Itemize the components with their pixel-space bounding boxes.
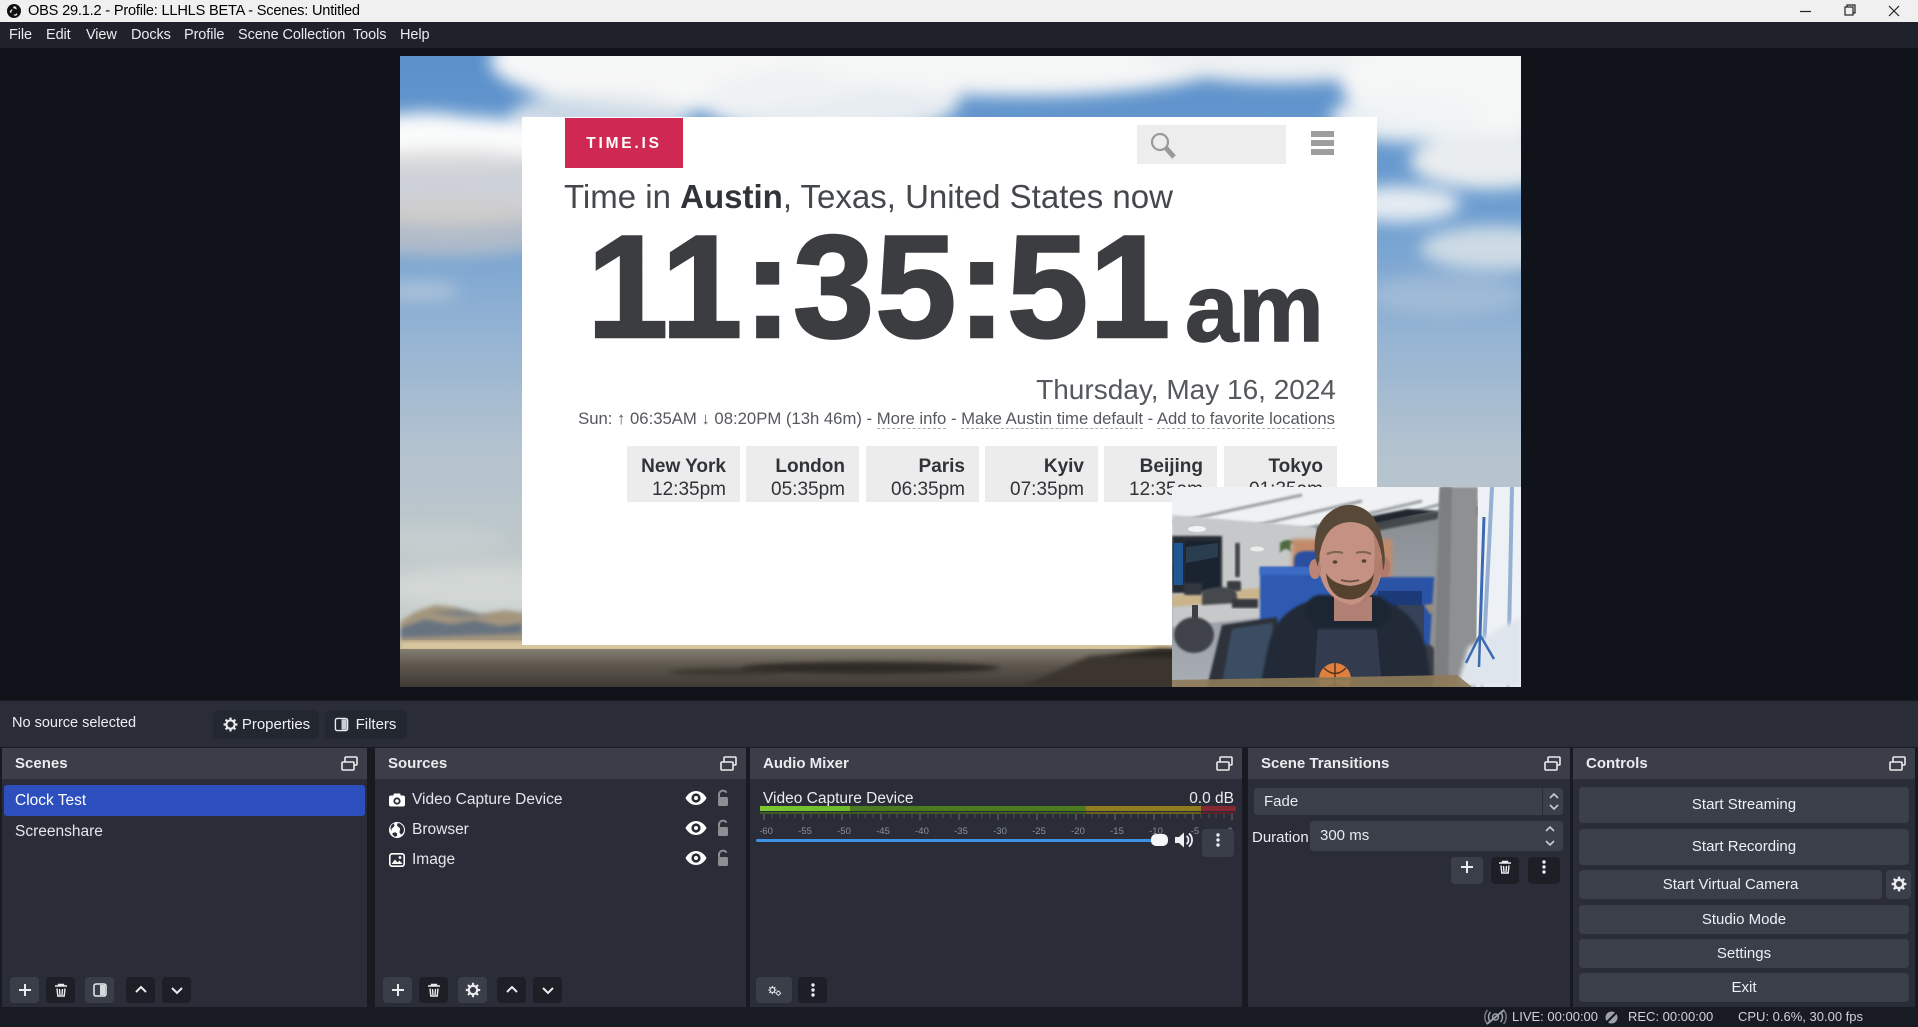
svg-text:-55: -55	[798, 826, 812, 836]
svg-text:-60: -60	[760, 826, 773, 836]
svg-text:-25: -25	[1032, 826, 1046, 836]
svg-text:-50: -50	[837, 826, 851, 836]
svg-text:-20: -20	[1071, 826, 1085, 836]
svg-text:-45: -45	[876, 826, 890, 836]
svg-text:-35: -35	[954, 826, 968, 836]
svg-text:-15: -15	[1110, 826, 1124, 836]
svg-text:-40: -40	[915, 826, 929, 836]
svg-text:-30: -30	[993, 826, 1007, 836]
